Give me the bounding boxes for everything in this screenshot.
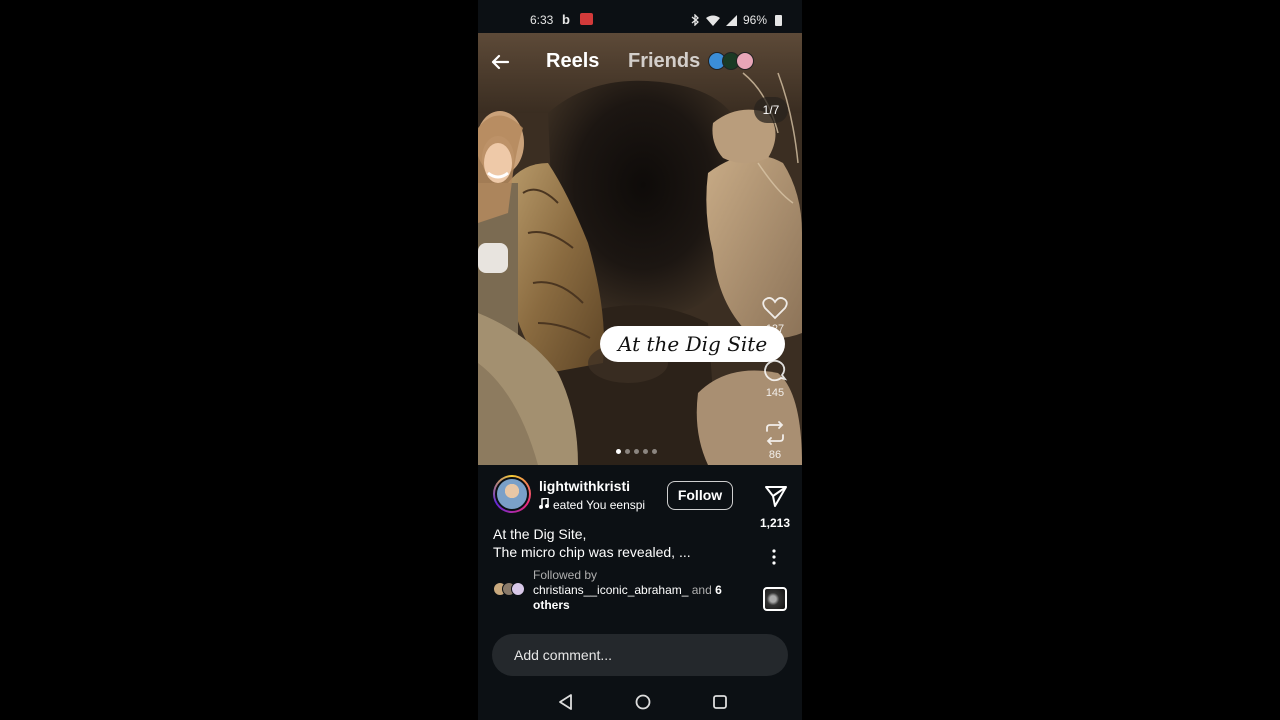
follower-avatar — [511, 582, 525, 596]
comment-button[interactable]: 145 — [755, 358, 795, 399]
like-button[interactable]: 127 — [755, 296, 795, 335]
bing-icon: b — [562, 12, 570, 27]
followed-by-avatars — [493, 582, 529, 598]
followed-by-label: Followed by — [533, 568, 598, 582]
bluetooth-icon — [691, 14, 699, 26]
repost-icon — [766, 421, 784, 445]
followed-by-user: christians__iconic_abraham_ — [533, 583, 689, 597]
carousel-counter: 1/7 — [754, 97, 788, 123]
more-options-icon[interactable] — [766, 548, 782, 566]
wifi-icon — [705, 15, 720, 26]
music-note-icon — [539, 498, 549, 509]
repost-button[interactable]: 86 — [755, 420, 795, 461]
carousel-dot — [634, 449, 639, 454]
system-nav-bar — [478, 684, 802, 720]
carousel-dots — [616, 449, 657, 454]
tab-friends[interactable]: Friends — [628, 50, 700, 73]
phone-screen: 6:33 b 96% Reels Friends 1/7 At the Dig … — [478, 0, 802, 720]
username[interactable]: lightwithkristi — [539, 478, 630, 494]
friends-avatars[interactable] — [708, 52, 754, 72]
followed-by-and: and — [688, 583, 716, 597]
comment-icon — [764, 359, 788, 382]
add-comment-input[interactable]: Add comment... — [492, 634, 788, 676]
share-count: 1,213 — [759, 516, 791, 530]
audio-title: eated You eenspi — [553, 498, 646, 512]
author-avatar[interactable] — [493, 475, 531, 513]
carousel-dot — [652, 449, 657, 454]
follow-button[interactable]: Follow — [667, 481, 733, 510]
status-bar: 6:33 b 96% — [478, 0, 802, 36]
caption-line: The micro chip was revealed, ... — [493, 544, 691, 560]
audio-track[interactable]: eated You eenspi — [539, 498, 659, 512]
nav-home-icon[interactable] — [633, 692, 653, 712]
avatar-photo — [495, 477, 529, 511]
status-icons: 96% — [691, 13, 782, 27]
battery-icon — [775, 14, 782, 26]
nav-recents-icon[interactable] — [710, 692, 730, 712]
carousel-dot — [616, 449, 621, 454]
battery-percent: 96% — [742, 13, 767, 27]
audio-thumbnail[interactable] — [763, 587, 787, 611]
heart-icon — [762, 297, 788, 320]
post-caption[interactable]: At the Dig Site, The micro chip was reve… — [493, 525, 733, 561]
back-arrow-icon[interactable] — [488, 50, 512, 74]
caption-line: At the Dig Site, — [493, 526, 587, 542]
nav-back-icon[interactable] — [556, 692, 576, 712]
share-icon[interactable] — [759, 484, 791, 508]
tab-reels[interactable]: Reels — [546, 50, 599, 73]
youtube-icon — [580, 13, 593, 25]
carousel-dot — [643, 449, 648, 454]
signal-icon — [725, 14, 737, 26]
reel-media[interactable] — [478, 33, 802, 465]
carousel-dot — [625, 449, 630, 454]
status-time: 6:33 — [530, 13, 554, 27]
comment-count: 145 — [765, 387, 785, 399]
friend-avatar — [736, 52, 754, 70]
like-count: 127 — [765, 323, 785, 335]
dig-site-photo — [478, 33, 802, 465]
repost-count: 86 — [768, 449, 782, 461]
followed-by-names[interactable]: christians__iconic_abraham_ and 6 others — [533, 583, 743, 613]
